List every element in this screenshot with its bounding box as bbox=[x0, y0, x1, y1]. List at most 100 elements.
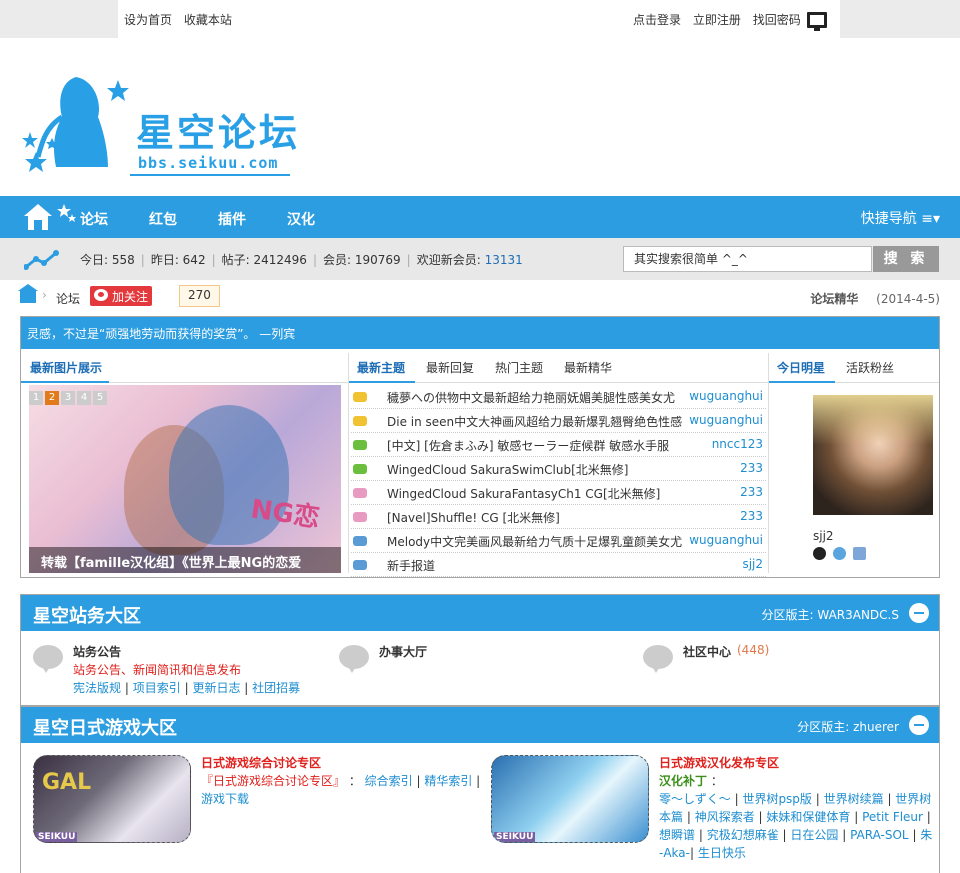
topic-row[interactable]: 穢夢への供物中文最新超给力艳丽妩媚美腿性感美女尤 wuguanghui bbox=[351, 385, 766, 409]
tab-active-fans[interactable]: 活跃粉丝 bbox=[846, 359, 894, 376]
topic-author[interactable]: 233 bbox=[740, 509, 763, 523]
msn-icon[interactable] bbox=[833, 547, 846, 560]
topic-title[interactable]: [Navel]Shuffle! CG [北米無修] bbox=[387, 509, 687, 526]
breadcrumb-home-icon[interactable] bbox=[18, 284, 38, 303]
nav-localization[interactable]: 汉化 bbox=[287, 209, 315, 229]
nav-plugins[interactable]: 插件 bbox=[218, 209, 246, 229]
topic-title[interactable]: WingedCloud SakuraSwimClub[北米無修] bbox=[387, 461, 687, 478]
subforum-link[interactable]: 项目索引 bbox=[133, 681, 181, 695]
topic-row[interactable]: WingedCloud SakuraFantasyCh1 CG[北米無修] 233 bbox=[351, 481, 766, 505]
topic-title[interactable]: 穢夢への供物中文最新超给力艳丽妩媚美腿性感美女尤 bbox=[387, 389, 687, 406]
forum-service-hall[interactable]: 办事大厅 bbox=[379, 643, 427, 660]
site-logo[interactable]: 星空论坛 bbs.seikuu.com bbox=[18, 72, 308, 182]
nav-redpacket[interactable]: 红包 bbox=[149, 209, 177, 229]
topic-author[interactable]: wuguanghui bbox=[689, 413, 763, 427]
login-link[interactable]: 点击登录 bbox=[633, 13, 681, 27]
slide-caption[interactable]: 转载【famille汉化组】《世界上最NG的恋爱 bbox=[29, 547, 341, 573]
recover-password-link[interactable]: 找回密码 bbox=[753, 13, 801, 27]
subforum-link[interactable]: 日在公园 bbox=[790, 828, 838, 842]
topic-author[interactable]: wuguanghui bbox=[689, 533, 763, 547]
weibo-follow-button[interactable]: 加关注 bbox=[90, 286, 153, 306]
forum-announcements[interactable]: 站务公告 bbox=[73, 643, 121, 660]
topic-row[interactable]: [中文] [佐倉まふみ] 敏感セーラー症候群 敏感水手服 nncc123 bbox=[351, 433, 766, 457]
tab-latest-topics[interactable]: 最新主题 bbox=[357, 359, 405, 376]
topic-author[interactable]: 233 bbox=[740, 461, 763, 475]
quick-nav-menu[interactable]: 快捷导航 ≡▾ bbox=[861, 208, 940, 228]
subforum-link[interactable]: 游戏下载 bbox=[201, 792, 249, 806]
topic-row[interactable]: WingedCloud SakuraSwimClub[北米無修] 233 bbox=[351, 457, 766, 481]
topic-title[interactable]: Melody中文完美画风最新给力气质十足爆乳童颜美女尤 bbox=[387, 533, 687, 550]
topic-title[interactable]: 新手报道 bbox=[387, 557, 687, 574]
collapse-icon[interactable] bbox=[909, 715, 929, 735]
breadcrumb-forum[interactable]: 论坛 bbox=[56, 290, 80, 307]
tab-latest-pictures[interactable]: 最新图片展示 bbox=[30, 359, 102, 376]
slide-page-4[interactable]: 4 bbox=[77, 391, 91, 405]
top-left-links: 设为首页 收藏本站 bbox=[124, 11, 232, 28]
nav-forum[interactable]: 论坛 bbox=[80, 209, 108, 229]
slide-page-3[interactable]: 3 bbox=[61, 391, 75, 405]
topic-row[interactable]: [Navel]Shuffle! CG [北米無修] 233 bbox=[351, 505, 766, 529]
section-moderator[interactable]: 分区版主: WAR3ANDC.S bbox=[762, 606, 900, 623]
topic-row[interactable]: Die in seen中文大神画风超给力最新爆乳翘臀绝色性感 wuguanghui bbox=[351, 409, 766, 433]
subforum-link[interactable]: 想瞬谱 bbox=[659, 828, 695, 842]
search-button[interactable]: 搜 索 bbox=[873, 246, 939, 272]
forum-jp-discussion[interactable]: 日式游戏综合讨论专区 bbox=[201, 754, 321, 771]
subforum-link[interactable]: 汉化补丁 bbox=[659, 774, 707, 788]
subforum-link[interactable]: 究极幻想麻雀 bbox=[707, 828, 779, 842]
section-moderator[interactable]: 分区版主: zhuerer bbox=[797, 718, 899, 735]
section-title[interactable]: 星空站务大区 bbox=[33, 606, 141, 627]
subforum-link[interactable]: 世界树psp版 bbox=[742, 792, 812, 806]
section-title[interactable]: 星空日式游戏大区 bbox=[33, 718, 177, 739]
subforum-link[interactable]: 妹妹和保健体育 bbox=[766, 810, 850, 824]
forum-thumbnail[interactable]: SEIKUU bbox=[491, 755, 649, 843]
star-username[interactable]: sjj2 bbox=[813, 529, 834, 543]
topic-title[interactable]: [中文] [佐倉まふみ] 敏感セーラー症候群 敏感水手服 bbox=[387, 437, 687, 454]
monitor-icon[interactable] bbox=[807, 12, 827, 31]
subforum-link[interactable]: 更新日志 bbox=[192, 681, 240, 695]
section-jp-games: 星空日式游戏大区 分区版主: zhuerer GAL SEIKUU 日式游戏综合… bbox=[20, 706, 940, 873]
forum-thumbnail[interactable]: GAL SEIKUU bbox=[33, 755, 191, 843]
topic-author[interactable]: nncc123 bbox=[712, 437, 763, 451]
picture-slideshow[interactable]: NG恋 12345 转载【famille汉化组】《世界上最NG的恋爱 bbox=[29, 385, 341, 573]
subforum-link[interactable]: 零～しずく～ bbox=[659, 792, 731, 806]
search-input[interactable]: 其实搜索很简单 ^_^ bbox=[623, 246, 872, 272]
subforum-link[interactable]: 宪法版规 bbox=[73, 681, 121, 695]
subforum-link[interactable]: 精华索引 bbox=[424, 774, 472, 788]
featured-link[interactable]: 论坛精华 bbox=[810, 292, 872, 306]
tab-today-star[interactable]: 今日明星 bbox=[777, 359, 825, 376]
forum-community-center[interactable]: 社区中心 bbox=[683, 643, 731, 660]
logo-title: 星空论坛 bbox=[136, 111, 301, 155]
home-icon[interactable] bbox=[20, 200, 76, 234]
subforum-link[interactable]: 世界树续篇 bbox=[824, 792, 884, 806]
subforum-link[interactable]: 社团招募 bbox=[252, 681, 300, 695]
collapse-icon[interactable] bbox=[909, 603, 929, 623]
topic-title[interactable]: Die in seen中文大神画风超给力最新爆乳翘臀绝色性感 bbox=[387, 413, 687, 430]
tab-latest-replies[interactable]: 最新回复 bbox=[426, 359, 474, 376]
topic-tabs: 最新主题 最新回复 热门主题 最新精华 bbox=[349, 353, 769, 383]
subforum-link[interactable]: 『日式游戏综合讨论专区』 bbox=[201, 774, 345, 788]
set-homepage-link[interactable]: 设为首页 bbox=[124, 13, 172, 27]
topic-author[interactable]: 233 bbox=[740, 485, 763, 499]
subforum-link[interactable]: 神风探索者 bbox=[695, 810, 755, 824]
qq-icon[interactable] bbox=[813, 547, 826, 560]
topic-row[interactable]: 新手报道 sjj2 bbox=[351, 553, 766, 577]
slide-page-1[interactable]: 1 bbox=[29, 391, 43, 405]
topic-row[interactable]: Melody中文完美画风最新给力气质十足爆乳童颜美女尤 wuguanghui bbox=[351, 529, 766, 553]
tab-latest-featured[interactable]: 最新精华 bbox=[564, 359, 612, 376]
profile-card-icon[interactable] bbox=[853, 547, 866, 560]
newest-member-link[interactable]: 13131 bbox=[485, 253, 523, 267]
subforum-link[interactable]: 综合索引 bbox=[365, 774, 413, 788]
subforum-link[interactable]: PARA-SOL bbox=[850, 828, 909, 842]
stat-members: 会员: 190769 bbox=[322, 253, 401, 267]
slide-page-5[interactable]: 5 bbox=[93, 391, 107, 405]
topic-title[interactable]: WingedCloud SakuraFantasyCh1 CG[北米無修] bbox=[387, 485, 687, 502]
topic-author[interactable]: wuguanghui bbox=[689, 389, 763, 403]
tab-hot-topics[interactable]: 热门主题 bbox=[495, 359, 543, 376]
forum-jp-translation[interactable]: 日式游戏汉化发布专区 bbox=[659, 754, 779, 771]
subforum-link[interactable]: Petit Fleur bbox=[862, 810, 923, 824]
topic-author[interactable]: sjj2 bbox=[742, 557, 763, 571]
register-link[interactable]: 立即注册 bbox=[693, 13, 741, 27]
subforum-link[interactable]: 生日快乐 bbox=[698, 846, 746, 860]
slide-page-2[interactable]: 2 bbox=[45, 391, 59, 405]
bookmark-link[interactable]: 收藏本站 bbox=[184, 13, 232, 27]
